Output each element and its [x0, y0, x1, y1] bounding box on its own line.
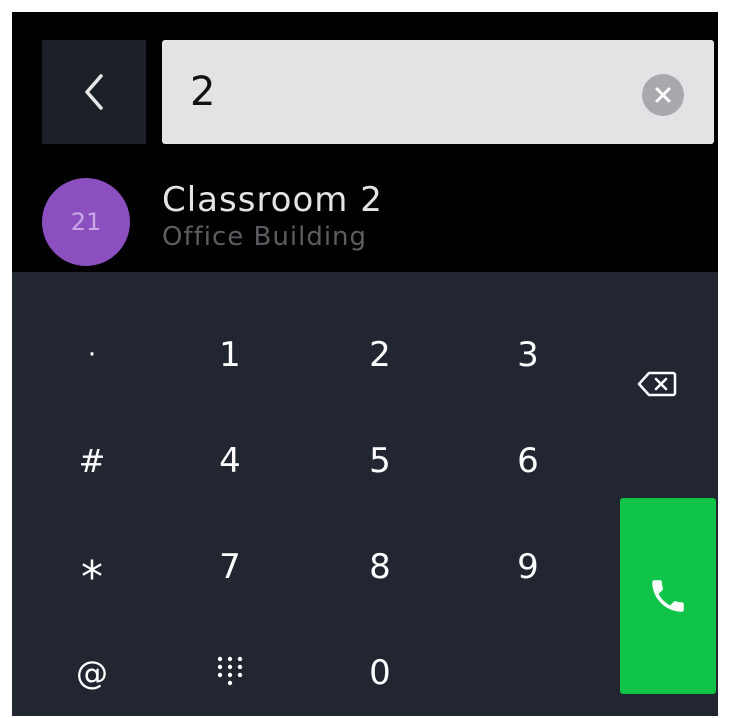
- key-6[interactable]: 6: [454, 408, 602, 514]
- key-dot[interactable]: ·: [18, 302, 166, 408]
- key-7[interactable]: 7: [156, 514, 304, 620]
- backspace-button[interactable]: [622, 354, 692, 414]
- key-5[interactable]: 5: [306, 408, 454, 514]
- dialpad-grid-icon: [217, 656, 243, 686]
- key-3[interactable]: 3: [454, 302, 602, 408]
- chevron-left-icon: [85, 74, 103, 110]
- call-button[interactable]: [620, 498, 716, 694]
- avatar: 21: [42, 178, 130, 266]
- result-subtitle: Office Building: [162, 222, 368, 252]
- clear-circle-icon: [655, 87, 671, 103]
- search-result-item[interactable]: 21 Classroom 2 Office Building: [12, 172, 718, 272]
- key-1[interactable]: 1: [156, 302, 304, 408]
- dial-keypad: · 1 2 3 # 4 5 6 * 7 8 9 @ 0: [12, 272, 718, 716]
- backspace-icon: [637, 371, 677, 397]
- phone-icon: [652, 580, 684, 612]
- key-star[interactable]: *: [18, 514, 166, 630]
- key-0[interactable]: 0: [306, 620, 454, 716]
- search-input[interactable]: [190, 40, 630, 144]
- key-2[interactable]: 2: [306, 302, 454, 408]
- key-dialpad-toggle[interactable]: [156, 620, 304, 716]
- search-box: [162, 40, 714, 144]
- key-9[interactable]: 9: [454, 514, 602, 620]
- result-name: Classroom 2: [162, 180, 383, 220]
- key-hash[interactable]: #: [18, 408, 166, 514]
- key-at[interactable]: @: [18, 620, 166, 716]
- key-8[interactable]: 8: [306, 514, 454, 620]
- key-4[interactable]: 4: [156, 408, 304, 514]
- clear-button[interactable]: [642, 74, 684, 116]
- back-button[interactable]: [42, 40, 146, 144]
- dial-screen: 21 Classroom 2 Office Building · 1 2 3 #…: [12, 12, 718, 716]
